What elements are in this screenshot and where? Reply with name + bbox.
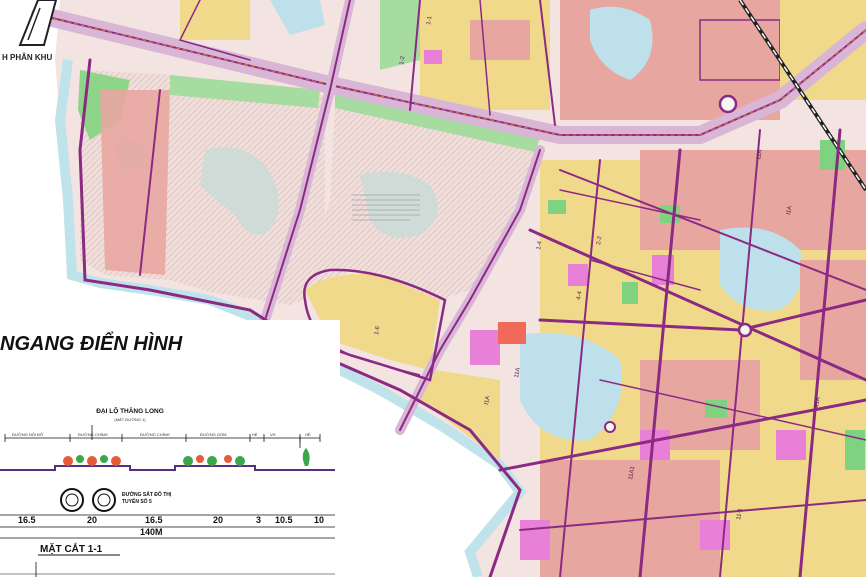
cross-section-panel: NGANG ĐIỂN HÌNH ĐẠI LỘ THĂNG LONG (MẶT Đ… (0, 320, 340, 577)
block-ne-2 (699, 19, 781, 81)
roundabout-east (737, 322, 753, 338)
roundabout-ne (718, 94, 738, 114)
metro-label-2: TUYẾN SỐ 5 (122, 498, 152, 505)
block-public-1 (470, 330, 500, 365)
block-north-center-2 (470, 20, 530, 60)
block-public-2 (568, 264, 588, 286)
block-public-4 (424, 50, 442, 64)
boulevard-sub: (MẶT ĐƯỜNG 1) (114, 417, 146, 422)
svg-text:HÈ: HÈ (305, 432, 311, 437)
park-1 (548, 200, 566, 214)
svg-text:ĐƯỜNG NỘI ĐÔ: ĐƯỜNG NỘI ĐÔ (12, 432, 43, 437)
svg-text:ĐƯỜNG CHÍNH: ĐƯỜNG CHÍNH (78, 432, 108, 437)
section-title: NGANG ĐIỂN HÌNH (0, 332, 183, 355)
total-width: 140M (140, 527, 163, 537)
block-school-1 (498, 322, 526, 344)
park-3 (705, 400, 727, 418)
svg-text:HÈ: HÈ (252, 432, 258, 437)
svg-text:ĐƯỜNG GOM: ĐƯỜNG GOM (200, 432, 226, 437)
roundabout-south (604, 421, 616, 433)
svg-text:VH: VH (270, 432, 276, 437)
dim-6: 10.5 (275, 515, 293, 525)
map-canvas: 1-1 1-2 1-4 1-6 2-2 4-4 11A I1A 11A1 II1… (0, 0, 866, 577)
corner-label: H PHÂN KHU (2, 53, 52, 62)
dim-4: 20 (213, 515, 223, 525)
dim-7: 10 (314, 515, 324, 525)
metro-label-1: ĐƯỜNG SẮT ĐÔ THỊ (122, 490, 172, 498)
dim-2: 20 (87, 515, 97, 525)
park-2 (622, 282, 638, 304)
block-mixed-west (100, 90, 170, 275)
dim-1: 16.5 (18, 515, 36, 525)
dim-3: 16.5 (145, 515, 163, 525)
section-name: MẶT CẮT 1-1 (40, 542, 103, 555)
block-public-7 (520, 520, 550, 560)
svg-text:ĐƯỜNG CHÍNH: ĐƯỜNG CHÍNH (140, 432, 170, 437)
block-public-6 (640, 430, 670, 460)
zoning-map: 1-1 1-2 1-4 1-6 2-2 4-4 11A I1A 11A1 II1… (0, 0, 866, 577)
dim-5: 3 (256, 515, 261, 525)
boulevard-label: ĐẠI LỘ THĂNG LONG (96, 406, 164, 415)
block-public-5 (776, 430, 806, 460)
